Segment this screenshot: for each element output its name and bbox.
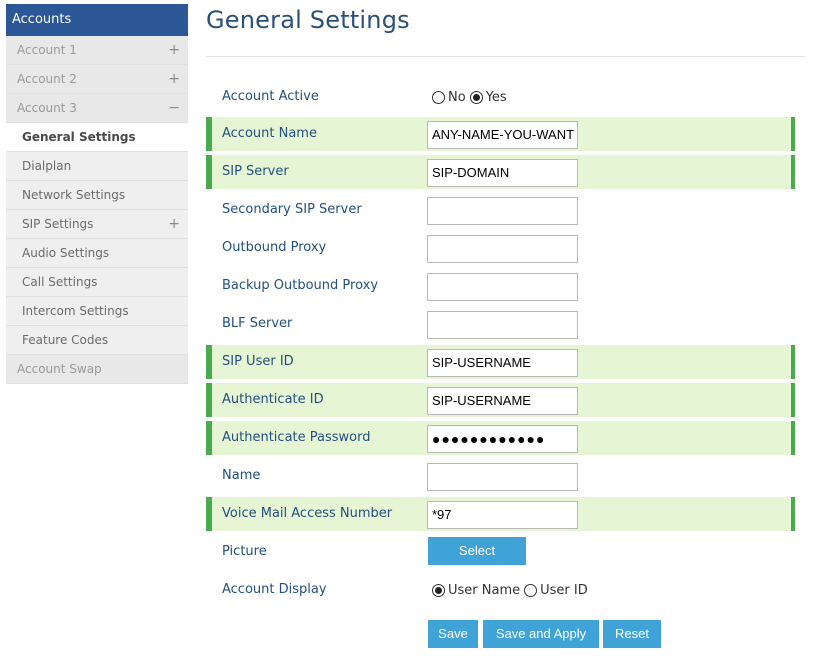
page-title: General Settings [206,6,410,34]
expand-plus-icon[interactable]: + [168,65,180,94]
sidebar-item-account-swap[interactable]: Account Swap [6,355,188,384]
row-voice-mail-access-number: Voice Mail Access Number *97 [206,497,795,531]
sidebar-item-label: SIP Settings [22,217,94,231]
sidebar-item-sip-settings[interactable]: SIP Settings + [6,210,188,239]
account-name-input[interactable]: ANY-NAME-YOU-WANT [427,121,578,149]
sidebar-item-general-settings[interactable]: General Settings [6,123,188,152]
sidebar-header[interactable]: Accounts [6,4,188,36]
voice-mail-access-number-label: Voice Mail Access Number [222,506,393,521]
row-account-name: Account Name ANY-NAME-YOU-WANT [206,117,795,151]
sidebar-item-label: Feature Codes [22,333,109,347]
account-name-label: Account Name [222,126,317,141]
blf-server-input[interactable] [427,311,578,339]
sidebar-item-call-settings[interactable]: Call Settings [6,268,188,297]
sidebar-item-label: Account 3 [17,101,77,115]
sidebar-item-dialplan[interactable]: Dialplan [6,152,188,181]
sidebar-item-account-1[interactable]: Account 1 + [6,36,188,65]
authenticate-id-label: Authenticate ID [222,392,324,407]
sidebar-item-account-2[interactable]: Account 2 + [6,65,188,94]
row-account-display: Account Display User Name User ID [206,573,795,607]
sidebar-item-network-settings[interactable]: Network Settings [6,181,188,210]
row-name: Name [206,459,795,493]
account-display-radio-group: User Name User ID [432,573,592,607]
sidebar-item-label: Network Settings [22,188,126,202]
account-display-user-name-label: User Name [448,582,521,598]
row-backup-outbound-proxy: Backup Outbound Proxy [206,269,795,303]
sidebar-item-intercom-settings[interactable]: Intercom Settings [6,297,188,326]
picture-label: Picture [222,544,267,559]
save-and-apply-button[interactable]: Save and Apply [483,620,599,648]
row-authenticate-password: Authenticate Password ●●●●●●●●●●●● [206,421,795,455]
sip-server-input[interactable]: SIP-DOMAIN [427,159,578,187]
sidebar-item-label: Account 1 [17,43,77,57]
account-active-no-label: No [448,89,466,105]
account-display-user-id-radio[interactable] [524,583,538,597]
sidebar-item-label: Account Swap [17,362,102,376]
reset-button[interactable]: Reset [603,620,661,648]
authenticate-id-input[interactable]: SIP-USERNAME [427,387,578,415]
sip-user-id-label: SIP User ID [222,354,294,369]
authenticate-password-label: Authenticate Password [222,430,371,445]
expand-plus-icon[interactable]: + [168,36,180,65]
sidebar-item-label: Account 2 [17,72,77,86]
expand-plus-icon[interactable]: + [168,210,180,239]
account-active-label: Account Active [222,89,319,104]
sip-user-id-input[interactable]: SIP-USERNAME [427,349,578,377]
account-active-radio-group: No Yes [432,80,511,114]
voice-mail-access-number-input[interactable]: *97 [427,501,578,529]
name-label: Name [222,468,261,483]
account-display-user-id-label: User ID [540,582,588,598]
sidebar: Accounts Account 1 + Account 2 + Account… [6,4,188,384]
row-outbound-proxy: Outbound Proxy [206,231,795,265]
sidebar-item-label: Dialplan [22,159,72,173]
name-input[interactable] [427,463,578,491]
account-display-user-name-radio[interactable] [432,583,445,597]
row-picture: Picture Select [206,535,795,569]
backup-outbound-proxy-input[interactable] [427,273,578,301]
sidebar-item-label: Call Settings [22,275,98,289]
account-active-yes-radio[interactable] [469,90,483,104]
row-sip-user-id: SIP User ID SIP-USERNAME [206,345,795,379]
secondary-sip-server-label: Secondary SIP Server [222,202,362,217]
row-sip-server: SIP Server SIP-DOMAIN [206,155,795,189]
sidebar-item-feature-codes[interactable]: Feature Codes [6,326,188,355]
outbound-proxy-input[interactable] [427,235,578,263]
row-blf-server: BLF Server [206,307,795,341]
backup-outbound-proxy-label: Backup Outbound Proxy [222,278,379,293]
account-active-no-radio[interactable] [432,90,445,104]
secondary-sip-server-input[interactable] [427,197,578,225]
sidebar-item-audio-settings[interactable]: Audio Settings [6,239,188,268]
sidebar-item-label: General Settings [22,130,136,144]
sidebar-item-label: Audio Settings [22,246,110,260]
title-divider [206,56,805,57]
account-display-label: Account Display [222,582,327,597]
sidebar-item-label: Intercom Settings [22,304,129,318]
authenticate-password-input[interactable]: ●●●●●●●●●●●● [427,425,578,453]
select-picture-button[interactable]: Select [428,537,526,565]
row-secondary-sip-server: Secondary SIP Server [206,193,795,227]
row-authenticate-id: Authenticate ID SIP-USERNAME [206,383,795,417]
sidebar-item-account-3[interactable]: Account 3 − [6,94,188,123]
blf-server-label: BLF Server [222,316,293,331]
save-button[interactable]: Save [428,620,478,648]
sip-server-label: SIP Server [222,164,289,179]
collapse-minus-icon[interactable]: − [168,94,180,123]
account-active-yes-label: Yes [485,89,507,105]
outbound-proxy-label: Outbound Proxy [222,240,327,255]
row-account-active: Account Active No Yes [206,80,795,114]
